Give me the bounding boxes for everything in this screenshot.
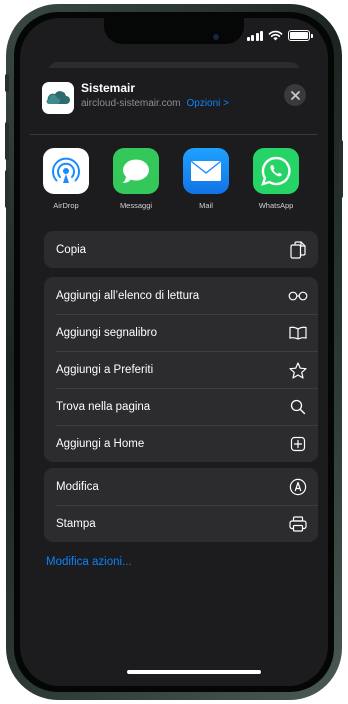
airdrop-icon <box>43 148 89 194</box>
action-label: Copia <box>56 243 87 256</box>
action-label: Aggiungi segnalibro <box>56 326 158 339</box>
page-subtitle: aircloud-sistemair.com Opzioni > <box>81 98 229 109</box>
close-icon <box>290 90 300 100</box>
page-title: Sistemair <box>81 81 136 95</box>
actions-group-browser: Aggiungi all’elenco di lettura Aggiungi … <box>44 277 318 462</box>
actions-group-copy: Copia <box>44 231 318 268</box>
glasses-icon <box>288 286 308 306</box>
phone-screen: Sistemair aircloud-sistemair.com Opzioni … <box>20 18 328 686</box>
search-icon <box>288 397 308 417</box>
action-find-in-page[interactable]: Trova nella pagina <box>44 388 318 425</box>
mail-icon <box>183 148 229 194</box>
share-app-label: Mail <box>199 201 213 210</box>
star-icon <box>288 360 308 380</box>
action-print[interactable]: Stampa <box>44 505 318 542</box>
share-app-mail[interactable]: Mail <box>178 148 234 210</box>
action-add-favorites[interactable]: Aggiungi a Preferiti <box>44 351 318 388</box>
messages-icon <box>113 148 159 194</box>
action-add-bookmark[interactable]: Aggiungi segnalibro <box>44 314 318 351</box>
action-label: Aggiungi a Preferiti <box>56 363 154 376</box>
action-reading-list[interactable]: Aggiungi all’elenco di lettura <box>44 277 318 314</box>
action-add-to-home[interactable]: Aggiungi a Home <box>44 425 318 462</box>
book-icon <box>288 323 308 343</box>
action-label: Aggiungi a Home <box>56 437 145 450</box>
share-sheet: Sistemair aircloud-sistemair.com Opzioni … <box>30 68 318 686</box>
markup-icon <box>288 477 308 497</box>
share-app-label: WhatsApp <box>258 201 294 210</box>
options-link[interactable]: Opzioni > <box>186 98 229 109</box>
share-app-label: Messaggi <box>119 201 153 210</box>
share-app-partial[interactable]: Fa <box>316 148 318 210</box>
printer-icon <box>288 514 308 534</box>
chevron-right-icon: > <box>223 98 230 109</box>
front-camera <box>213 34 219 40</box>
action-markup[interactable]: Modifica <box>44 468 318 505</box>
app-share-row: AirDrop Messaggi Mail WhatsApp <box>30 148 318 218</box>
power-button <box>339 140 343 198</box>
volume-up-button <box>5 122 9 160</box>
copy-icon <box>288 240 308 260</box>
close-button[interactable] <box>284 84 306 106</box>
share-app-whatsapp[interactable]: WhatsApp <box>248 148 304 210</box>
edit-actions-link[interactable]: Modifica azioni... <box>46 556 132 568</box>
options-label: Opzioni <box>186 98 221 109</box>
action-label: Modifica <box>56 480 99 493</box>
action-label: Stampa <box>56 517 96 530</box>
action-copy[interactable]: Copia <box>44 231 318 268</box>
signal-icon <box>246 31 263 41</box>
cloud-icon <box>46 91 70 104</box>
mute-switch <box>5 74 9 92</box>
share-app-airdrop[interactable]: AirDrop <box>38 148 94 210</box>
volume-down-button <box>5 170 9 208</box>
status-bar <box>246 30 313 41</box>
whatsapp-icon <box>253 148 299 194</box>
actions-group-edit: Modifica Stampa <box>44 468 318 542</box>
home-indicator[interactable] <box>127 670 261 674</box>
share-header: Sistemair aircloud-sistemair.com Opzioni … <box>30 68 318 132</box>
site-icon <box>42 82 74 114</box>
site-domain: aircloud-sistemair.com <box>81 98 181 109</box>
add-square-icon <box>288 434 308 454</box>
header-divider <box>30 134 318 135</box>
action-label: Trova nella pagina <box>56 400 151 413</box>
battery-icon <box>288 30 313 41</box>
share-app-label: AirDrop <box>53 201 79 210</box>
share-app-messages[interactable]: Messaggi <box>108 148 164 210</box>
action-label: Aggiungi all’elenco di lettura <box>56 289 200 302</box>
wifi-icon <box>268 30 283 41</box>
notch <box>104 18 244 44</box>
